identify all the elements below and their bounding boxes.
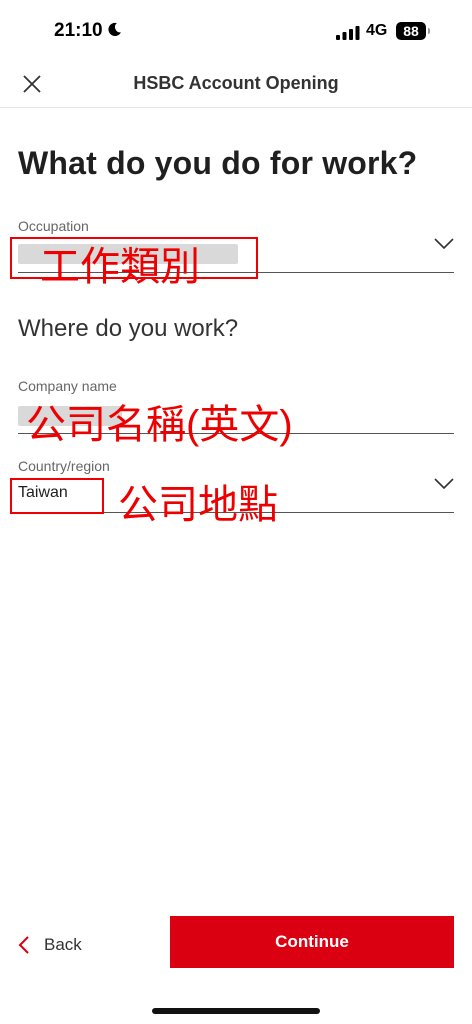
back-label: Back: [44, 935, 82, 954]
chevron-left-icon: [18, 936, 29, 954]
home-indicator: [152, 1008, 320, 1014]
continue-button[interactable]: Continue: [170, 916, 454, 968]
section-heading: Where do you work?: [18, 315, 239, 342]
back-button[interactable]: Back: [18, 931, 82, 959]
occupation-label: Occupation: [18, 218, 89, 234]
occupation-annotation: 工作類別: [40, 245, 200, 289]
battery-tip: [428, 28, 430, 34]
cellular-signal-icon: [336, 26, 360, 40]
header-title: HSBC Account Opening: [133, 73, 339, 93]
country-label: Country/region: [18, 458, 110, 474]
battery-indicator: 88: [396, 22, 426, 40]
network-type: 4G: [366, 22, 388, 39]
status-time: 21:10: [54, 20, 103, 41]
country-annotation: 公司地點: [118, 483, 278, 527]
chevron-down-icon[interactable]: [434, 238, 454, 250]
chevron-down-icon[interactable]: [434, 478, 454, 490]
header-divider: [0, 107, 472, 108]
country-annotation-box: [10, 478, 104, 514]
company-name-annotation: 公司名稱(英文): [26, 403, 293, 447]
page-title: What do you do for work?: [18, 145, 418, 181]
moon-icon: [108, 22, 121, 36]
